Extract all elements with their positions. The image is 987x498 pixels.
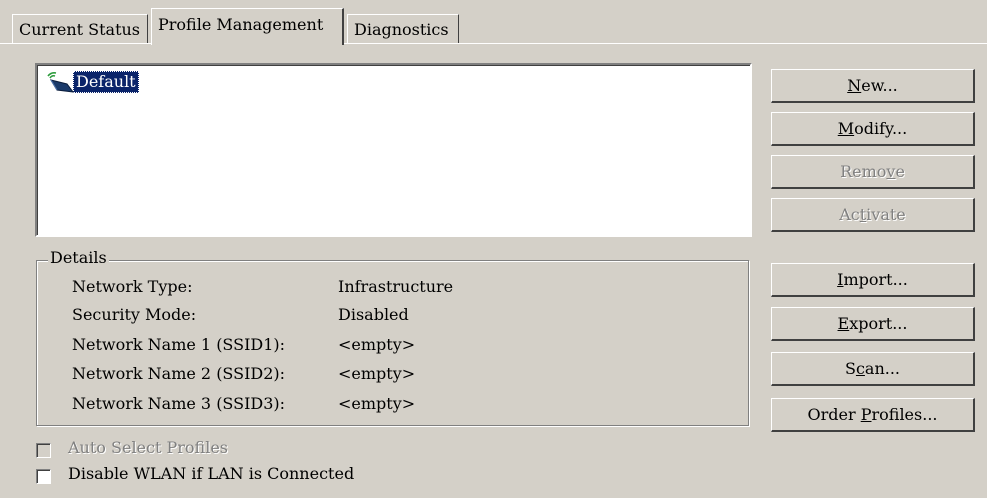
tab-profile-management[interactable]: Profile Management xyxy=(151,8,344,45)
profile-name: Default xyxy=(73,71,139,93)
activate-button[interactable]: Activate xyxy=(771,198,975,232)
tab-current-status[interactable]: Current Status xyxy=(12,14,148,43)
tab-strip: Current Status Profile Management Diagno… xyxy=(0,0,987,45)
network-type-label: Network Type: xyxy=(72,277,193,296)
export-button[interactable]: Export... xyxy=(771,307,975,341)
details-title: Details xyxy=(48,248,109,267)
auto-select-label: Auto Select Profiles xyxy=(68,438,229,457)
security-mode-label: Security Mode: xyxy=(72,305,197,324)
ssid2-value: <empty> xyxy=(338,364,416,383)
tab-diagnostics[interactable]: Diagnostics xyxy=(347,14,459,43)
network-type-value: Infrastructure xyxy=(338,277,454,296)
order-profiles-button[interactable]: Order Profiles... xyxy=(771,398,975,432)
ssid3-value: <empty> xyxy=(338,394,416,413)
ssid3-label: Network Name 3 (SSID3): xyxy=(72,394,286,413)
scan-button[interactable]: Scan... xyxy=(771,352,975,386)
list-item[interactable]: Default xyxy=(45,70,139,94)
wireless-profile-icon xyxy=(45,70,77,94)
disable-wlan-label: Disable WLAN if LAN is Connected xyxy=(68,464,355,483)
ssid2-label: Network Name 2 (SSID2): xyxy=(72,364,286,383)
modify-button[interactable]: Modify... xyxy=(771,112,975,146)
security-mode-value: Disabled xyxy=(338,305,409,324)
tab-divider xyxy=(0,43,987,44)
import-button[interactable]: Import... xyxy=(771,263,975,297)
auto-select-checkbox[interactable] xyxy=(36,443,51,458)
disable-wlan-checkbox[interactable] xyxy=(36,469,51,484)
ssid1-value: <empty> xyxy=(338,335,416,354)
profile-list[interactable]: Default xyxy=(35,63,752,237)
new-button[interactable]: New... xyxy=(771,69,975,103)
remove-button[interactable]: Remove xyxy=(771,155,975,189)
ssid1-label: Network Name 1 (SSID1): xyxy=(72,335,286,354)
